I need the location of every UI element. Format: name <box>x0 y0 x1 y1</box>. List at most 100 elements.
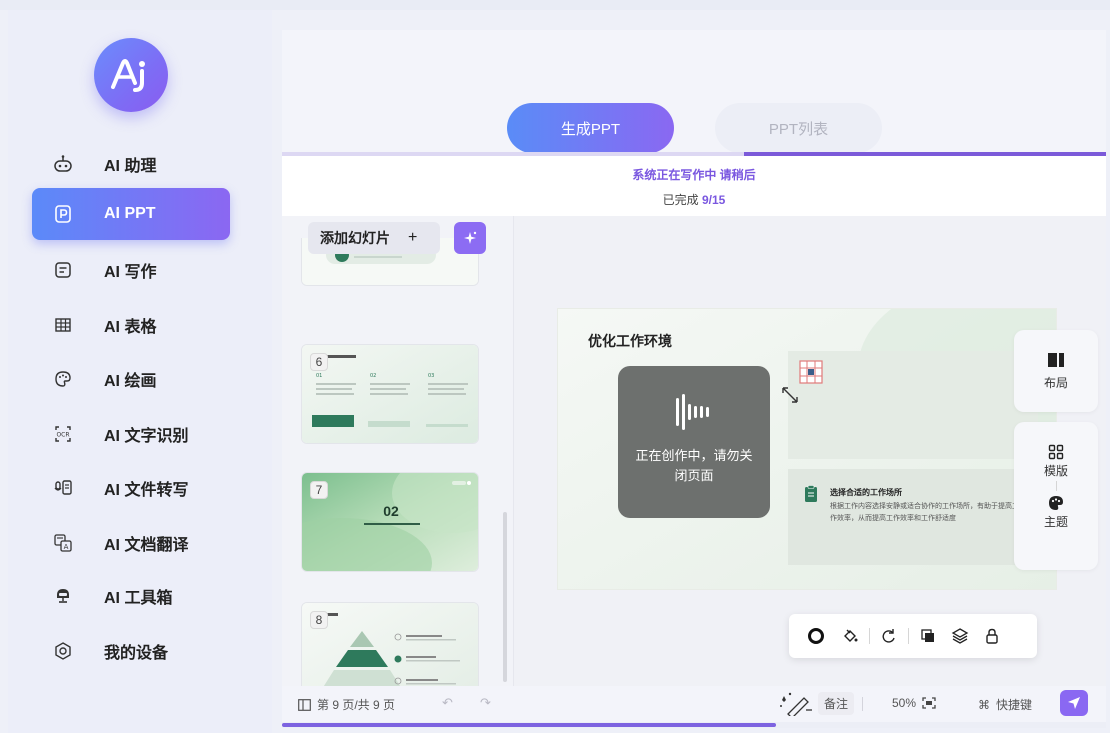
sidebar-item-my-devices[interactable]: 我的设备 <box>32 625 230 677</box>
tabs-area: 生成PPT PPT列表 <box>282 30 1106 156</box>
sidebar-item-label: AI 文字识别 <box>104 428 189 445</box>
theme-palette-icon[interactable] <box>1048 495 1064 511</box>
sidebar-item-ai-ppt[interactable]: AI PPT <box>32 188 230 240</box>
sidebar-item-label: AI 绘画 <box>104 373 157 390</box>
mic-doc-icon <box>52 477 74 499</box>
ai-magic-button[interactable] <box>454 222 486 254</box>
plus-icon: + <box>408 229 418 246</box>
slides-scrollbar[interactable] <box>503 512 507 682</box>
svg-text:OCR: OCR <box>56 432 69 439</box>
sound-wave-icon <box>618 392 770 432</box>
sidebar-item-label: AI PPT <box>104 205 156 222</box>
generation-progress-bar <box>282 722 1106 728</box>
template-grid-icon[interactable] <box>1048 444 1064 460</box>
sidebar-item-ai-writing[interactable]: AI 写作 <box>32 244 230 296</box>
document-icon <box>52 259 74 281</box>
ppt-icon <box>52 203 74 225</box>
palette-icon <box>52 368 74 390</box>
notes-button[interactable]: 备注 <box>818 691 855 715</box>
sidebar-item-ai-transcribe[interactable]: AI 文件转写 <box>32 462 230 514</box>
layout-button[interactable]: 布局 <box>1014 330 1098 412</box>
zoom-level: 50% <box>892 696 917 710</box>
slide-canvas: 优化工作环境 选择合适的工作场所 根据工作内容选择安静或适合协作的工作场所，有助… <box>514 216 1106 686</box>
status-progress: 已完成 9/15 <box>282 191 1106 208</box>
element-toolbar <box>789 614 1037 658</box>
notes-control[interactable]: 备注 <box>778 690 855 716</box>
robot-icon <box>52 153 74 175</box>
panel-toggle-icon[interactable] <box>298 698 311 711</box>
svg-text:03: 03 <box>428 373 434 379</box>
slide-title: 优化工作环境 <box>588 333 672 349</box>
card-text: 根据工作内容选择安静或适合协作的工作场所，有助于提高工作效率，从而提高工作效率和… <box>830 503 1019 522</box>
table-icon <box>52 314 74 336</box>
shortcut-button[interactable]: ⌘ 快捷键 <box>978 696 1032 713</box>
sidebar-item-label: AI 文件转写 <box>104 482 189 499</box>
lock-icon[interactable] <box>979 623 1005 649</box>
clipboard-icon <box>805 485 817 502</box>
fit-screen-icon[interactable] <box>922 697 936 709</box>
sidebar-item-ai-painting[interactable]: AI 绘画 <box>32 353 230 405</box>
layout-icon <box>1048 353 1064 367</box>
undo-icon[interactable]: ↶ <box>442 695 453 711</box>
sidebar-item-ai-toolbox[interactable]: AI 工具箱 <box>32 570 230 622</box>
ai-notes-pen-icon <box>780 692 812 716</box>
divider <box>862 697 863 711</box>
add-slide-label: 添加幻灯片 <box>320 230 390 246</box>
tab-ppt-list[interactable]: PPT列表 <box>715 103 882 153</box>
sidebar-item-label: AI 工具箱 <box>104 590 173 607</box>
status-done-label: 已完成 <box>662 193 702 207</box>
layers-icon[interactable] <box>947 623 973 649</box>
workspace-grid-icon <box>799 360 823 384</box>
sidebar-item-label: AI 助理 <box>104 158 157 175</box>
sidebar-item-ai-table[interactable]: AI 表格 <box>32 299 230 351</box>
send-icon <box>1068 697 1080 709</box>
svg-text:02: 02 <box>370 373 376 379</box>
template-theme-panel: 模版 主题 <box>1014 422 1098 570</box>
fill-bucket-icon[interactable] <box>837 623 863 649</box>
overlay-message: 正在创作中，请勿关闭页面 <box>635 448 753 483</box>
status-done-value: 9/15 <box>701 193 726 207</box>
stroke-circle-icon[interactable] <box>803 623 829 649</box>
ocr-icon: OCR <box>52 423 74 445</box>
sidebar-item-ai-assistant[interactable]: AI 助理 <box>32 138 230 190</box>
device-icon <box>52 640 74 662</box>
slide-thumbnail-7[interactable]: 7 02 <box>301 472 479 572</box>
top-strip <box>0 0 1110 10</box>
zoom-control[interactable]: 50% <box>892 696 936 710</box>
divider <box>869 628 870 644</box>
sidebar-item-label: AI 表格 <box>104 319 157 336</box>
slides-panel: 添加幻灯片 + 01 02 03 6 7 02 8 <box>282 216 514 702</box>
page-indicator: 第 9 页/共 9 页 <box>298 696 395 713</box>
slide-section-number: 02 <box>383 503 399 519</box>
send-button[interactable] <box>1060 690 1088 716</box>
slide-number: 6 <box>310 353 328 371</box>
template-label[interactable]: 模版 <box>1044 462 1068 479</box>
layer-order-icon[interactable] <box>915 623 941 649</box>
tab-generate-ppt[interactable]: 生成PPT <box>507 103 674 153</box>
generating-overlay: 正在创作中，请勿关闭页面 <box>618 366 770 518</box>
slide-preview <box>302 473 478 571</box>
logo-mark-icon <box>111 59 145 92</box>
theme-label[interactable]: 主题 <box>1044 513 1068 530</box>
toolbox-icon <box>52 585 74 607</box>
sidebar-item-ai-translate[interactable]: A AI 文档翻译 <box>32 517 230 569</box>
layout-label: 布局 <box>1043 376 1068 390</box>
slide-number: 8 <box>310 611 328 629</box>
slide-number: 7 <box>310 481 328 499</box>
sidebar-item-ai-ocr[interactable]: OCR AI 文字识别 <box>32 408 230 460</box>
rotate-icon[interactable] <box>876 623 902 649</box>
svg-text:01: 01 <box>316 373 322 379</box>
add-slide-button[interactable]: 添加幻灯片 + <box>308 222 440 254</box>
slide-thumbnail-6[interactable]: 01 02 03 6 <box>301 344 479 444</box>
divider <box>1055 481 1057 491</box>
svg-text:A: A <box>64 543 69 551</box>
status-message: 系统正在写作中 请稍后 <box>632 168 756 182</box>
connector-arrow-icon <box>782 387 798 403</box>
translate-icon: A <box>52 532 74 554</box>
page-info-text: 第 9 页/共 9 页 <box>317 698 396 712</box>
redo-icon[interactable]: ↷ <box>480 695 491 711</box>
sparkle-icon <box>464 231 477 244</box>
command-icon: ⌘ <box>978 698 990 712</box>
app-logo <box>94 38 168 112</box>
slide-card <box>782 351 1038 459</box>
